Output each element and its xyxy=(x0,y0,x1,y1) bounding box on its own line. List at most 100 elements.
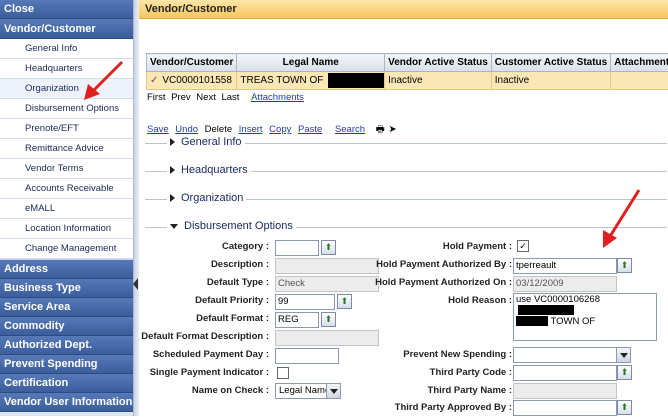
single-indicator-label: Single Payment Indicator : xyxy=(150,367,269,378)
section-general-info: General Info xyxy=(145,143,667,144)
pager: First Prev Next Last Attachments xyxy=(147,92,307,103)
page-title: Vendor/Customer xyxy=(139,0,668,19)
hold-payment-checkbox[interactable]: ✓ xyxy=(517,240,529,252)
close-link[interactable]: Close xyxy=(0,0,133,19)
expand-triangle-icon xyxy=(170,138,175,146)
redacted-block xyxy=(328,73,384,88)
hold-on-field: 03/12/2009 xyxy=(513,276,617,292)
chevron-down-icon[interactable] xyxy=(326,384,340,398)
prevent-spending-select[interactable] xyxy=(513,347,631,363)
name-on-check-select[interactable]: Legal Name xyxy=(275,383,341,399)
nav-item-location-information[interactable]: Location Information xyxy=(0,219,133,239)
cell-attachments: 0 xyxy=(611,72,668,90)
third-party-code-input[interactable] xyxy=(513,365,617,381)
format-picker-icon[interactable]: ⬆ xyxy=(321,312,336,327)
nav-header-authorized-dept[interactable]: Authorized Dept. xyxy=(0,336,133,355)
undo-link[interactable]: Undo xyxy=(175,124,198,135)
cell-customer-status: Inactive xyxy=(491,72,610,90)
name-on-check-label: Name on Check : xyxy=(192,385,269,396)
section-organization: Organization xyxy=(145,199,667,200)
third-party-approved-label: Third Party Approved By : xyxy=(395,402,512,413)
attachments-link[interactable]: Attachments xyxy=(251,92,304,103)
col-customer-active-status[interactable]: Customer Active Status xyxy=(491,54,610,72)
pager-first[interactable]: First xyxy=(147,92,165,103)
copy-link[interactable]: Copy xyxy=(269,124,291,135)
cell-vendor[interactable]: ✓VC0000101558 xyxy=(147,72,237,90)
default-format-input[interactable]: REG xyxy=(275,312,319,328)
chevron-down-icon[interactable] xyxy=(616,348,630,362)
legal-name-value: TREAS TOWN OF xyxy=(240,75,323,86)
nav-item-accounts-receivable[interactable]: Accounts Receivable xyxy=(0,179,133,199)
hold-by-picker-icon[interactable]: ⬆ xyxy=(617,258,632,273)
default-format-desc-field xyxy=(275,330,379,346)
pager-last[interactable]: Last xyxy=(221,92,239,103)
single-indicator-checkbox[interactable] xyxy=(277,367,289,379)
section-headquarters-toggle[interactable]: Headquarters xyxy=(167,164,251,176)
grid-header-row: Vendor/Customer Legal Name Vendor Active… xyxy=(147,54,668,72)
pager-prev[interactable]: Prev xyxy=(171,92,191,103)
nav-item-general-info[interactable]: General Info xyxy=(0,39,133,59)
main-panel: Vendor/Customer Vendor/Customer Legal Na… xyxy=(139,0,668,416)
collapse-arrow-icon[interactable] xyxy=(133,278,138,290)
hold-reason-line2: TOWN OF xyxy=(550,316,595,327)
third-party-approved-input[interactable] xyxy=(513,400,617,416)
hold-reason-textarea[interactable]: use VC0000106268 TOWN OF xyxy=(513,293,657,341)
delete-link[interactable]: Delete xyxy=(205,124,232,135)
section-title: Headquarters xyxy=(181,164,248,176)
default-priority-input[interactable]: 99 xyxy=(275,294,335,310)
third-party-name-field xyxy=(513,383,617,399)
third-party-code-label: Third Party Code : xyxy=(430,367,512,378)
default-type-label: Default Type : xyxy=(207,277,269,288)
nav-header-commodity[interactable]: Commodity xyxy=(0,317,133,336)
nav-header-service-area[interactable]: Service Area xyxy=(0,298,133,317)
category-picker-icon[interactable]: ⬆ xyxy=(321,240,336,255)
section-title: Organization xyxy=(181,192,243,204)
print-icon[interactable]: 🖶 xyxy=(376,124,385,135)
section-title: General Info xyxy=(181,136,242,148)
cell-legal-name: TREAS TOWN OF xyxy=(237,72,385,90)
nav-header-address[interactable]: Address xyxy=(0,260,133,279)
col-attachments[interactable]: Attachments xyxy=(611,54,668,72)
nav-header-vendor-customer[interactable]: Vendor/Customer xyxy=(0,19,133,39)
category-input[interactable] xyxy=(275,240,319,256)
save-link[interactable]: Save xyxy=(147,124,169,135)
default-format-label: Default Format : xyxy=(196,313,269,324)
description-field xyxy=(275,258,379,274)
nav-header-vendor-user-information[interactable]: Vendor User Information xyxy=(0,393,133,412)
col-vendor-customer[interactable]: Vendor/Customer xyxy=(147,54,237,72)
nav-item-remittance-advice[interactable]: Remittance Advice xyxy=(0,139,133,159)
nav-header-business-type[interactable]: Business Type xyxy=(0,279,133,298)
priority-picker-icon[interactable]: ⬆ xyxy=(337,294,352,309)
third-party-approved-picker-icon[interactable]: ⬆ xyxy=(617,400,632,415)
description-label: Description : xyxy=(211,259,269,270)
hold-on-label: Hold Payment Authorized On : xyxy=(375,277,512,288)
nav-header-prevent-spending[interactable]: Prevent Spending xyxy=(0,355,133,374)
expand-triangle-icon xyxy=(170,166,175,174)
third-party-code-picker-icon[interactable]: ⬆ xyxy=(617,365,632,380)
nav-item-prenote-eft[interactable]: Prenote/EFT xyxy=(0,119,133,139)
section-general-info-toggle[interactable]: General Info xyxy=(167,136,245,148)
table-row[interactable]: ✓VC0000101558 TREAS TOWN OF Inactive Ina… xyxy=(147,72,668,90)
nav-item-emall[interactable]: eMALL xyxy=(0,199,133,219)
pager-next[interactable]: Next xyxy=(196,92,216,103)
cursor-icon: ➤ xyxy=(389,124,397,135)
hold-payment-label: Hold Payment : xyxy=(443,241,512,252)
hold-by-label: Hold Payment Authorized By : xyxy=(376,259,512,270)
paste-link[interactable]: Paste xyxy=(298,124,322,135)
insert-link[interactable]: Insert xyxy=(239,124,263,135)
section-disbursement-toggle[interactable]: Disbursement Options xyxy=(167,220,296,232)
col-vendor-active-status[interactable]: Vendor Active Status xyxy=(385,54,492,72)
annotation-arrow-icon xyxy=(78,58,128,104)
nav-item-vendor-terms[interactable]: Vendor Terms xyxy=(0,159,133,179)
annotation-arrow-icon xyxy=(597,186,645,252)
section-title: Disbursement Options xyxy=(184,220,293,232)
search-link[interactable]: Search xyxy=(335,124,365,135)
col-legal-name[interactable]: Legal Name xyxy=(237,54,385,72)
section-organization-toggle[interactable]: Organization xyxy=(167,192,246,204)
default-format-desc-label: Default Format Description : xyxy=(141,331,269,342)
hold-by-input[interactable]: tperreault xyxy=(513,258,617,274)
scheduled-day-input[interactable] xyxy=(275,348,339,364)
nav-header-certification[interactable]: Certification xyxy=(0,374,133,393)
expand-triangle-icon xyxy=(170,194,175,202)
nav-item-change-management[interactable]: Change Management xyxy=(0,239,133,259)
